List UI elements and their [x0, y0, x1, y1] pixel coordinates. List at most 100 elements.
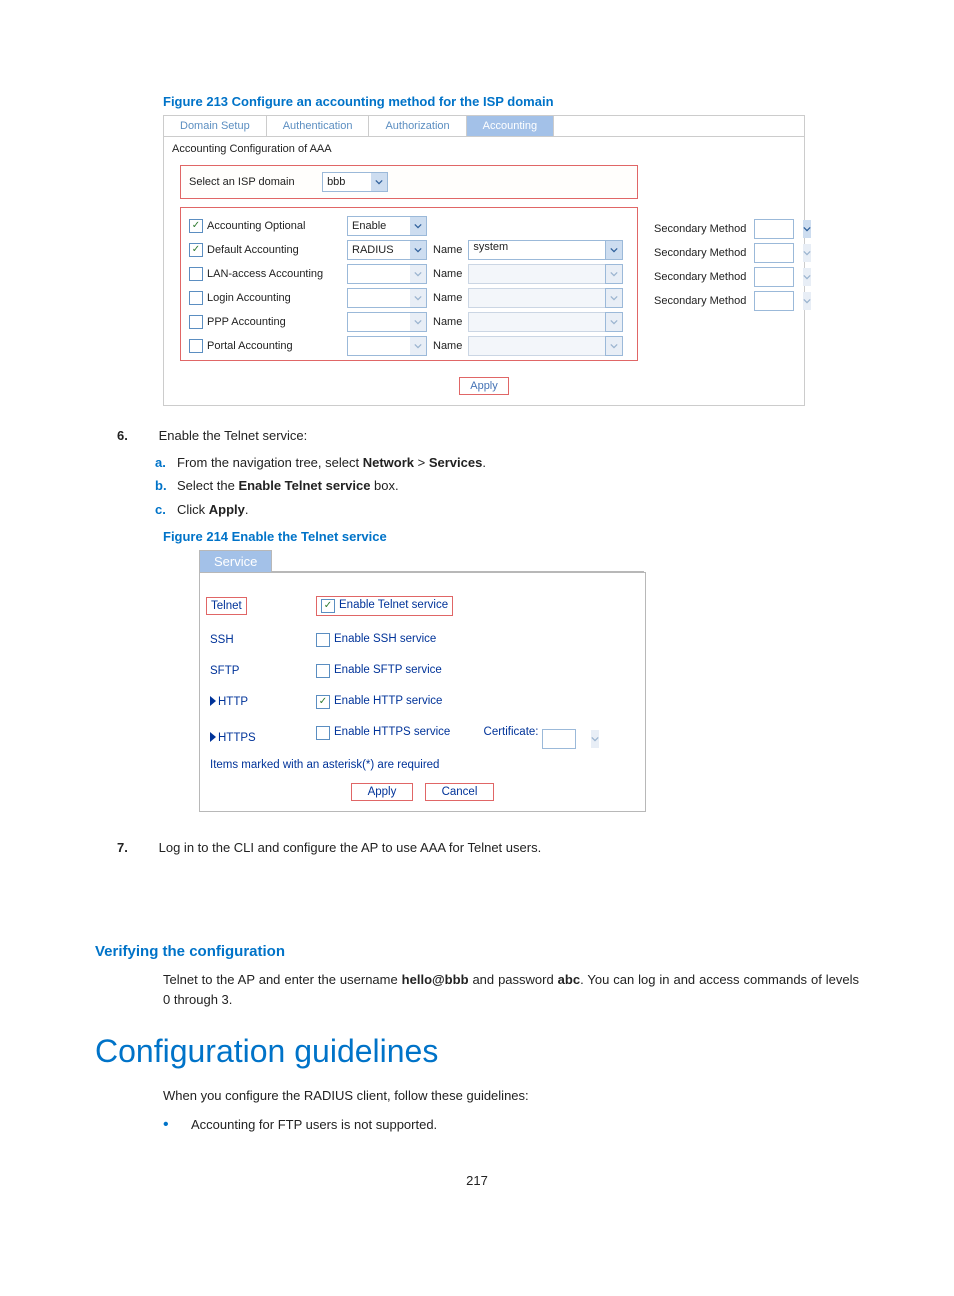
expand-icon[interactable]	[210, 696, 216, 706]
service-name-https: HTTPS	[218, 732, 256, 744]
dd-ppp[interactable]	[347, 312, 427, 332]
chevron-down-icon	[410, 241, 426, 259]
checkbox-http-service[interactable]: ✓	[316, 695, 330, 709]
dd-default-accounting-value: RADIUS	[348, 244, 410, 256]
chevron-down-icon	[410, 217, 426, 235]
sec-dd-ppp[interactable]	[754, 291, 794, 311]
chevron-down-icon	[410, 313, 426, 331]
service-name-ssh: SSH	[200, 625, 306, 656]
step-7-text: Log in to the CLI and configure the AP t…	[159, 840, 542, 855]
sec-dd-lan[interactable]	[754, 243, 794, 263]
verifying-paragraph: Telnet to the AP and enter the username …	[163, 970, 859, 1009]
certificate-dropdown[interactable]	[542, 729, 576, 749]
name-input-default-value: system	[473, 241, 508, 253]
checkbox-login[interactable]: ✓	[189, 291, 203, 305]
bullet-icon: •	[163, 1112, 191, 1138]
label-telnet-service: Enable Telnet service	[339, 599, 448, 611]
tab-service[interactable]: Service	[199, 550, 272, 572]
sec-default: Secondary Method	[654, 217, 794, 241]
name-dd-default[interactable]	[605, 240, 623, 260]
step-6c: c.Click Apply.	[155, 498, 859, 521]
sec-dd-default[interactable]	[754, 219, 794, 239]
service-row-http: HTTP ✓Enable HTTP service	[200, 687, 645, 718]
step-6-sublist: a.From the navigation tree, select Netwo…	[155, 451, 859, 521]
sec-ppp: Secondary Method	[654, 289, 794, 313]
label-http-service: Enable HTTP service	[334, 695, 442, 707]
name-input-ppp[interactable]	[468, 312, 606, 332]
chevron-down-icon	[803, 268, 811, 286]
name-dd-portal[interactable]	[605, 336, 623, 356]
accounting-rows: ✓ Accounting Optional Enable ✓ Default A…	[180, 207, 638, 361]
chevron-down-icon	[606, 337, 622, 355]
step-6-number: 6.	[117, 428, 155, 443]
name-input-default[interactable]: system	[468, 240, 606, 260]
step-6: 6. Enable the Telnet service:	[117, 428, 859, 443]
step-6b: b.Select the Enable Telnet service box.	[155, 474, 859, 497]
tab-accounting[interactable]: Accounting	[467, 116, 554, 136]
step-7-number: 7.	[117, 840, 155, 855]
chevron-down-icon	[606, 289, 622, 307]
label-https-service: Enable HTTPS service	[334, 726, 450, 738]
name-input-portal[interactable]	[468, 336, 606, 356]
row-default-accounting: ✓ Default Accounting RADIUS Name system	[189, 238, 629, 262]
checkbox-telnet-service[interactable]: ✓	[321, 599, 335, 613]
certificate-label: Certificate:	[484, 726, 539, 738]
checkbox-portal[interactable]: ✓	[189, 339, 203, 353]
dd-portal[interactable]	[347, 336, 427, 356]
tab-authentication[interactable]: Authentication	[267, 116, 370, 136]
cancel-button[interactable]: Cancel	[425, 783, 495, 801]
sec-label: Secondary Method	[654, 295, 754, 307]
tab-domain-setup[interactable]: Domain Setup	[164, 116, 267, 136]
apply-button[interactable]: Apply	[459, 377, 509, 395]
checkbox-default-accounting[interactable]: ✓	[189, 243, 203, 257]
name-input-lan[interactable]	[468, 264, 606, 284]
name-input-login[interactable]	[468, 288, 606, 308]
checkbox-ppp[interactable]: ✓	[189, 315, 203, 329]
fig213-section-label: Accounting Configuration of AAA	[164, 137, 804, 161]
row-portal-accounting: ✓ Portal Accounting Name	[189, 334, 629, 358]
checkbox-lan-access[interactable]: ✓	[189, 267, 203, 281]
checkbox-sftp-service[interactable]: ✓	[316, 664, 330, 678]
isp-domain-selector-row: Select an ISP domain bbb	[180, 165, 638, 199]
label-login: Login Accounting	[207, 292, 347, 304]
dd-lan-access[interactable]	[347, 264, 427, 284]
name-dd-login[interactable]	[605, 288, 623, 308]
config-guidelines-bullet-1: •Accounting for FTP users is not support…	[163, 1112, 859, 1138]
name-label: Name	[433, 244, 462, 256]
checkbox-https-service[interactable]: ✓	[316, 726, 330, 740]
sec-label: Secondary Method	[654, 223, 754, 235]
fig213-tabs: Domain Setup Authentication Authorizatio…	[164, 116, 804, 137]
apply-button[interactable]: Apply	[351, 783, 414, 801]
service-name-sftp: SFTP	[200, 656, 306, 687]
isp-domain-label: Select an ISP domain	[189, 176, 319, 188]
dd-login[interactable]	[347, 288, 427, 308]
checkbox-ssh-service[interactable]: ✓	[316, 633, 330, 647]
page-number: 217	[95, 1173, 859, 1188]
row-lan-access: ✓ LAN-access Accounting Name	[189, 262, 629, 286]
label-ssh-service: Enable SSH service	[334, 633, 436, 645]
checkbox-accounting-optional[interactable]: ✓	[189, 219, 203, 233]
tab-authorization[interactable]: Authorization	[369, 116, 466, 136]
fig214-tabs: Service	[199, 550, 644, 572]
figure-214: Telnet ✓ Enable Telnet service SSH ✓ Enabl…	[199, 572, 646, 812]
name-dd-lan[interactable]	[605, 264, 623, 284]
sec-dd-login[interactable]	[754, 267, 794, 287]
name-label: Name	[433, 268, 462, 280]
chevron-down-icon	[591, 730, 599, 748]
dd-accounting-optional[interactable]: Enable	[347, 216, 427, 236]
config-guidelines-heading: Configuration guidelines	[95, 1033, 859, 1070]
step-6a: a.From the navigation tree, select Netwo…	[155, 451, 859, 474]
sec-login: Secondary Method	[654, 265, 794, 289]
expand-icon[interactable]	[210, 732, 216, 742]
name-dd-ppp[interactable]	[605, 312, 623, 332]
service-name-telnet: Telnet	[206, 597, 247, 615]
sec-lan: Secondary Method	[654, 241, 794, 265]
service-row-ssh: SSH ✓ Enable SSH service	[200, 625, 645, 656]
dd-default-accounting[interactable]: RADIUS	[347, 240, 427, 260]
label-lan-access: LAN-access Accounting	[207, 268, 347, 280]
name-label: Name	[433, 340, 462, 352]
sec-label: Secondary Method	[654, 247, 754, 259]
label-sftp-service: Enable SFTP service	[334, 664, 442, 676]
config-guidelines-intro: When you configure the RADIUS client, fo…	[163, 1086, 859, 1106]
isp-domain-dropdown[interactable]: bbb	[322, 172, 388, 192]
